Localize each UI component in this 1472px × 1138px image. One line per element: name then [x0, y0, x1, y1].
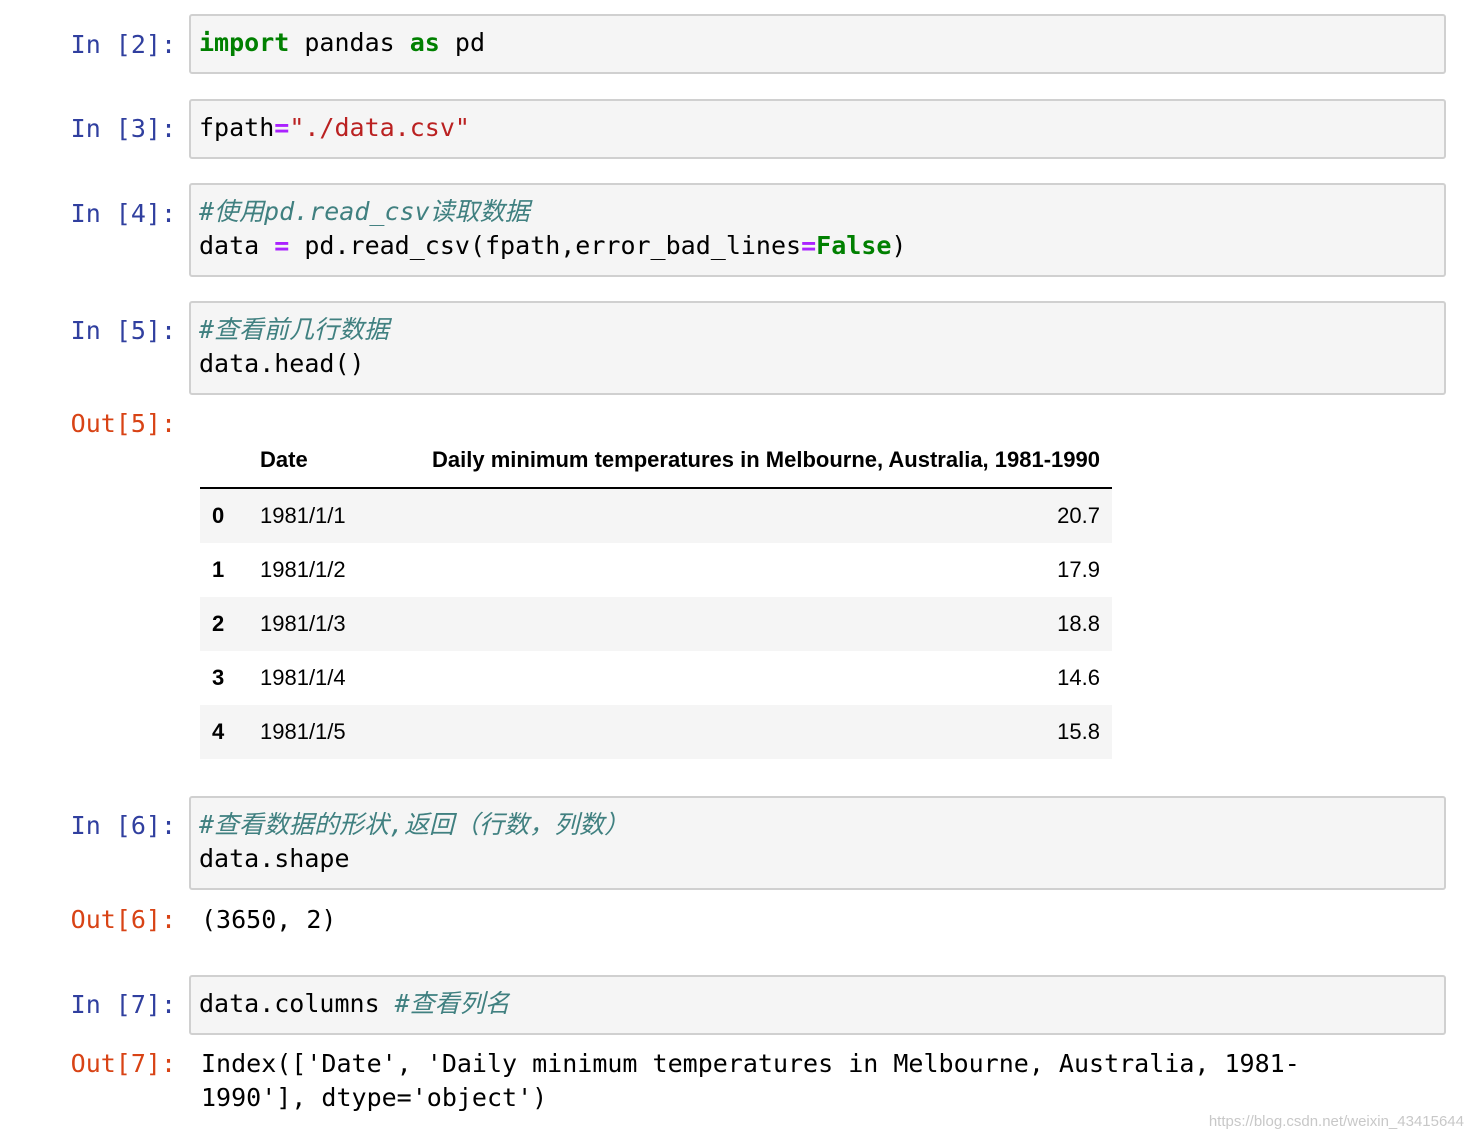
- code-comment: #查看前几行数据: [199, 315, 390, 344]
- table-row: 3 1981/1/4 14.6: [200, 651, 1112, 705]
- input-prompt: In [6]:: [70, 811, 176, 840]
- code-editor[interactable]: #查看前几行数据 data.head(): [189, 301, 1446, 395]
- code-comment: #查看数据的形状,返回（行数，列数）: [199, 810, 630, 839]
- index-header: [200, 432, 248, 489]
- output-prompt: Out[5]:: [70, 409, 176, 438]
- code-line: import pandas as pd: [199, 26, 1436, 60]
- code-token: as: [409, 28, 440, 57]
- code-token: "./data.csv": [289, 113, 470, 142]
- input-prompt: In [2]:: [70, 30, 176, 59]
- code-line: data.columns #查看列名: [199, 987, 1436, 1021]
- row-index: 1: [212, 557, 225, 582]
- row-index: 0: [212, 503, 225, 528]
- value-cell: 17.9: [1057, 557, 1100, 582]
- code-token: =: [274, 113, 290, 142]
- watermark: https://blog.csdn.net/weixin_43415644: [1208, 1113, 1464, 1130]
- date-cell: 1981/1/1: [260, 503, 346, 528]
- code-token: ): [891, 231, 907, 260]
- code-editor[interactable]: #查看数据的形状,返回（行数，列数） data.shape: [189, 796, 1446, 890]
- code-editor[interactable]: data.columns #查看列名: [189, 975, 1446, 1035]
- table-row: 1 1981/1/2 17.9: [200, 543, 1112, 597]
- code-token: pd: [439, 28, 485, 57]
- output-text-line-1: Index(['Date', 'Daily minimum temperatur…: [201, 1049, 1300, 1078]
- column-header-date: Date: [248, 432, 367, 489]
- table-header-row: Date Daily minimum temperatures in Melbo…: [200, 432, 1112, 489]
- input-prompt: In [5]:: [70, 316, 176, 345]
- date-cell: 1981/1/2: [260, 557, 346, 582]
- code-comment: #查看列名: [394, 989, 510, 1018]
- code-line: data.shape: [199, 844, 350, 873]
- table-row: 0 1981/1/1 20.7: [200, 488, 1112, 543]
- date-cell: 1981/1/3: [260, 611, 346, 636]
- dataframe-table: Date Daily minimum temperatures in Melbo…: [200, 432, 1112, 759]
- table-row: 2 1981/1/3 18.8: [200, 597, 1112, 651]
- code-token: =: [801, 231, 817, 260]
- code-token: import: [199, 28, 290, 57]
- code-token: fpath: [199, 113, 275, 142]
- output-prompt: Out[7]:: [70, 1049, 176, 1078]
- code-token: False: [816, 231, 892, 260]
- code-editor[interactable]: fpath="./data.csv": [189, 99, 1446, 159]
- row-index: 4: [212, 719, 225, 744]
- table-row: 4 1981/1/5 15.8: [200, 705, 1112, 759]
- code-token: pandas: [289, 28, 410, 57]
- value-cell: 20.7: [1057, 503, 1100, 528]
- code-editor[interactable]: import pandas as pd: [189, 14, 1446, 74]
- output-text-line-2: 1990'], dtype='object'): [201, 1083, 548, 1112]
- value-cell: 15.8: [1057, 719, 1100, 744]
- code-text: data.columns: [199, 989, 395, 1018]
- input-prompt: In [3]:: [70, 114, 176, 143]
- code-editor[interactable]: #使用pd.read_csv读取数据 data = pd.read_csv(fp…: [189, 183, 1446, 277]
- code-comment: #使用pd.read_csv读取数据: [199, 197, 530, 226]
- column-header-temperature: Daily minimum temperatures in Melbourne,…: [366, 432, 1112, 489]
- code-token: data: [199, 231, 275, 260]
- code-token: pd.read_csv(fpath,error_bad_lines: [289, 231, 802, 260]
- value-cell: 14.6: [1057, 665, 1100, 690]
- row-index: 2: [212, 611, 225, 636]
- date-cell: 1981/1/5: [260, 719, 346, 744]
- value-cell: 18.8: [1057, 611, 1100, 636]
- input-prompt: In [7]:: [70, 990, 176, 1019]
- input-prompt: In [4]:: [70, 199, 176, 228]
- code-line: fpath="./data.csv": [199, 111, 1436, 145]
- output-text: (3650, 2): [201, 905, 337, 934]
- output-prompt: Out[6]:: [70, 905, 176, 934]
- code-token: =: [274, 231, 290, 260]
- date-cell: 1981/1/4: [260, 665, 346, 690]
- code-line: data.head(): [199, 349, 365, 378]
- code-line: data = pd.read_csv(fpath,error_bad_lines…: [199, 229, 1436, 263]
- row-index: 3: [212, 665, 225, 690]
